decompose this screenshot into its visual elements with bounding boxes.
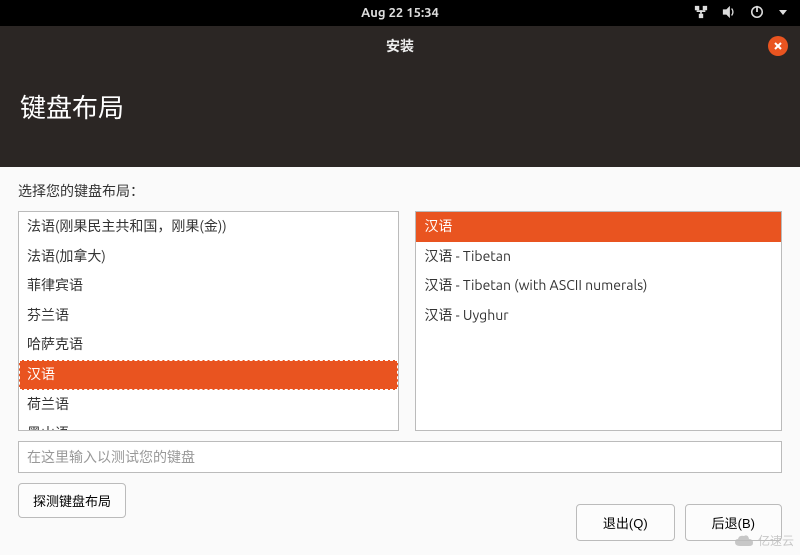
layout-item[interactable]: 黑山语 [19,419,398,431]
watermark: 亿速云 [734,532,794,549]
close-button[interactable] [768,36,788,56]
layout-item[interactable]: 法语(刚果民主共和国，刚果(金)) [19,212,398,242]
topbar-indicators[interactable] [694,0,788,26]
page-title: 键盘布局 [20,93,124,122]
lists-row: 法语(刚果民主共和国，刚果(金))法语(加拿大)菲律宾语芬兰语哈萨克语汉语荷兰语… [18,211,782,431]
layout-item[interactable]: 菲律宾语 [19,271,398,301]
variant-item[interactable]: 汉语 - Tibetan [416,242,781,272]
layout-item[interactable]: 荷兰语 [19,390,398,420]
layout-item[interactable]: 汉语 [19,360,398,390]
variant-item[interactable]: 汉语 - Uyghur [416,301,781,331]
variant-item[interactable]: 汉语 [416,212,781,242]
page-header: 键盘布局 [0,66,800,167]
quit-button[interactable]: 退出(Q) [576,504,675,541]
chevron-down-icon[interactable] [778,6,788,20]
layout-listbox[interactable]: 法语(刚果民主共和国，刚果(金))法语(加拿大)菲律宾语芬兰语哈萨克语汉语荷兰语… [18,211,399,431]
network-icon[interactable] [694,5,708,22]
variant-listbox[interactable]: 汉语汉语 - Tibetan汉语 - Tibetan (with ASCII n… [415,211,782,431]
window-title: 安装 [386,36,414,56]
system-topbar: Aug 22 15:34 [0,0,800,26]
topbar-datetime: Aug 22 15:34 [361,6,439,20]
close-icon [773,41,783,51]
detect-layout-button[interactable]: 探测键盘布局 [18,483,126,518]
layout-item[interactable]: 芬兰语 [19,301,398,331]
window-titlebar: 安装 [0,26,800,66]
layout-item[interactable]: 哈萨克语 [19,330,398,360]
content-area: 选择您的键盘布局： 法语(刚果民主共和国，刚果(金))法语(加拿大)菲律宾语芬兰… [0,167,800,518]
cloud-icon [734,534,754,548]
prompt-text: 选择您的键盘布局： [18,181,782,201]
layout-item[interactable]: 法语(加拿大) [19,242,398,272]
watermark-text: 亿速云 [758,532,794,549]
variant-item[interactable]: 汉语 - Tibetan (with ASCII numerals) [416,271,781,301]
power-icon[interactable] [750,5,764,22]
keyboard-test-input[interactable] [18,441,782,473]
volume-icon[interactable] [722,5,736,22]
